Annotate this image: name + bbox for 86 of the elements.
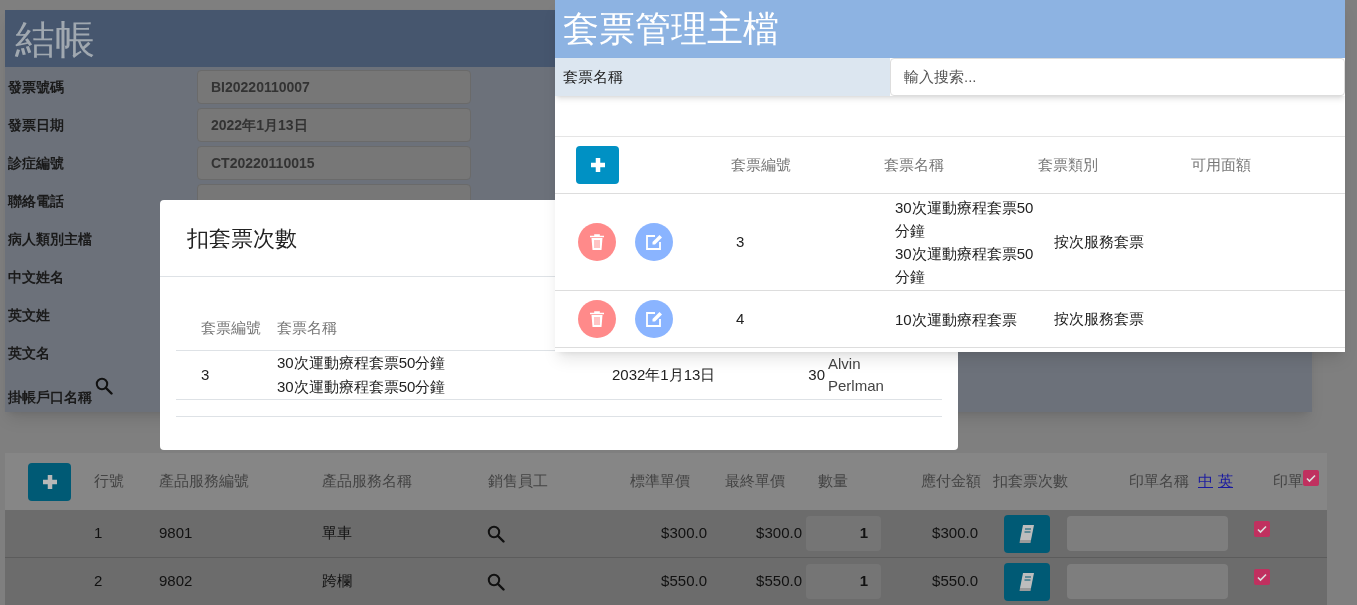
table-cell-text: 30 bbox=[807, 364, 825, 385]
plus-icon bbox=[40, 472, 59, 491]
column-header: 印單 bbox=[1273, 471, 1303, 492]
edit-icon bbox=[645, 234, 663, 250]
column-header: 套票編號 bbox=[730, 154, 792, 175]
input-field[interactable]: 2022年1月13日 bbox=[197, 108, 471, 142]
column-header: 行號 bbox=[94, 471, 125, 492]
table-cell-text: 1 bbox=[94, 523, 104, 544]
language-link[interactable]: 英 bbox=[1218, 470, 1233, 493]
field-label: 病人類別主檔 bbox=[8, 229, 93, 249]
book-button[interactable] bbox=[1004, 562, 1050, 601]
table-cell: $550.0 bbox=[756, 572, 802, 590]
table-cell-text: 3 bbox=[201, 364, 211, 385]
search-icon[interactable] bbox=[487, 572, 505, 591]
column-header: 套票名稱 bbox=[277, 318, 337, 339]
table-cell-text: 3 bbox=[736, 231, 746, 252]
edit-button[interactable] bbox=[635, 223, 673, 261]
trash-icon bbox=[590, 234, 604, 250]
delete-button[interactable] bbox=[578, 300, 616, 338]
field-label: 中文姓名 bbox=[8, 267, 65, 287]
quantity-field[interactable]: 1 bbox=[806, 564, 881, 599]
field-label: 掛帳戶口名稱 bbox=[8, 388, 93, 407]
add-button[interactable] bbox=[576, 146, 619, 184]
edit-button[interactable] bbox=[635, 300, 673, 338]
field-label: 診症編號 bbox=[8, 153, 65, 173]
table-cell: $300.0 bbox=[932, 524, 978, 542]
book-button[interactable] bbox=[1004, 514, 1050, 553]
edit-icon bbox=[645, 311, 663, 327]
add-button[interactable] bbox=[28, 462, 71, 501]
search-icon[interactable] bbox=[95, 377, 113, 395]
language-link[interactable]: 中 bbox=[1198, 470, 1213, 493]
column-header: 扣套票次數 bbox=[992, 471, 1068, 492]
field-label: 英文姓 bbox=[8, 305, 51, 325]
table-cell-text: 跨欄 bbox=[322, 571, 353, 592]
table-cell: $550.0 bbox=[661, 572, 707, 590]
table-cell-text: 30次運動療程套票50分鐘 bbox=[277, 377, 447, 397]
table-cell-text: 30次運動療程套票50分鐘 bbox=[895, 198, 1035, 241]
column-header: 最終單價 bbox=[724, 471, 785, 492]
table-cell: $300.0 bbox=[756, 524, 802, 542]
delete-button[interactable] bbox=[578, 223, 616, 261]
column-header: 套票類別 bbox=[1037, 154, 1099, 175]
table-cell-text: 4 bbox=[736, 308, 746, 329]
table-cell-text: 10次運動療程套票 bbox=[895, 309, 1018, 330]
table-cell-text: 2 bbox=[94, 571, 104, 592]
search-field[interactable]: 輸入搜索... bbox=[890, 58, 1345, 96]
column-header: 套票編號 bbox=[201, 318, 262, 339]
table-cell-text: 9802 bbox=[159, 571, 194, 592]
table-cell-text: 按次服務套票 bbox=[1054, 231, 1145, 252]
search-label: 套票名稱 bbox=[563, 66, 623, 87]
column-header: 銷售員工 bbox=[487, 471, 549, 492]
table-cell: $550.0 bbox=[932, 572, 978, 590]
trash-icon bbox=[590, 311, 604, 327]
field-label: 聯絡電話 bbox=[8, 191, 65, 211]
book-icon bbox=[1018, 571, 1036, 592]
column-header: 可用面額 bbox=[1191, 154, 1253, 175]
table-cell-text: 30次運動療程套票50分鐘 bbox=[277, 353, 447, 373]
column-header: 印單名稱 bbox=[1129, 471, 1189, 492]
input-field[interactable]: CT20220110015 bbox=[197, 146, 471, 180]
column-header: 應付金額 bbox=[920, 471, 981, 492]
table-cell-text: 按次服務套票 bbox=[1054, 308, 1145, 329]
check-icon bbox=[1305, 472, 1317, 484]
column-header: 套票名稱 bbox=[884, 154, 946, 175]
field-label: 發票號碼 bbox=[8, 77, 65, 97]
window-title: 套票管理主檔 bbox=[563, 7, 779, 51]
table-cell-text: 9801 bbox=[159, 523, 194, 544]
checkbox[interactable] bbox=[1254, 568, 1270, 585]
table-cell-text: 2032年1月13日 bbox=[612, 364, 717, 385]
table-cell-text: Alvin Perlman bbox=[828, 354, 885, 396]
field-label: 英文名 bbox=[8, 343, 51, 363]
table-cell: $300.0 bbox=[661, 524, 707, 542]
column-header: 產品服務名稱 bbox=[322, 471, 413, 492]
book-icon bbox=[1018, 523, 1036, 544]
column-header: 產品服務編號 bbox=[159, 471, 250, 492]
checkbox[interactable] bbox=[1254, 520, 1270, 537]
input-field[interactable]: BI20220110007 bbox=[197, 70, 471, 104]
dialog-title: 扣套票次數 bbox=[187, 224, 297, 253]
checkbox[interactable] bbox=[1303, 470, 1319, 486]
quantity-field[interactable]: 1 bbox=[806, 516, 881, 551]
column-header: 標準單價 bbox=[629, 471, 690, 492]
page-title: 結帳 bbox=[15, 15, 95, 63]
search-icon[interactable] bbox=[487, 524, 505, 543]
table-cell-text: 單車 bbox=[322, 523, 353, 544]
column-header: 數量 bbox=[817, 471, 849, 492]
table-cell-text: 30次運動療程套票50分鐘 bbox=[895, 244, 1035, 287]
plus-icon bbox=[588, 156, 607, 174]
field-label: 發票日期 bbox=[8, 115, 65, 135]
